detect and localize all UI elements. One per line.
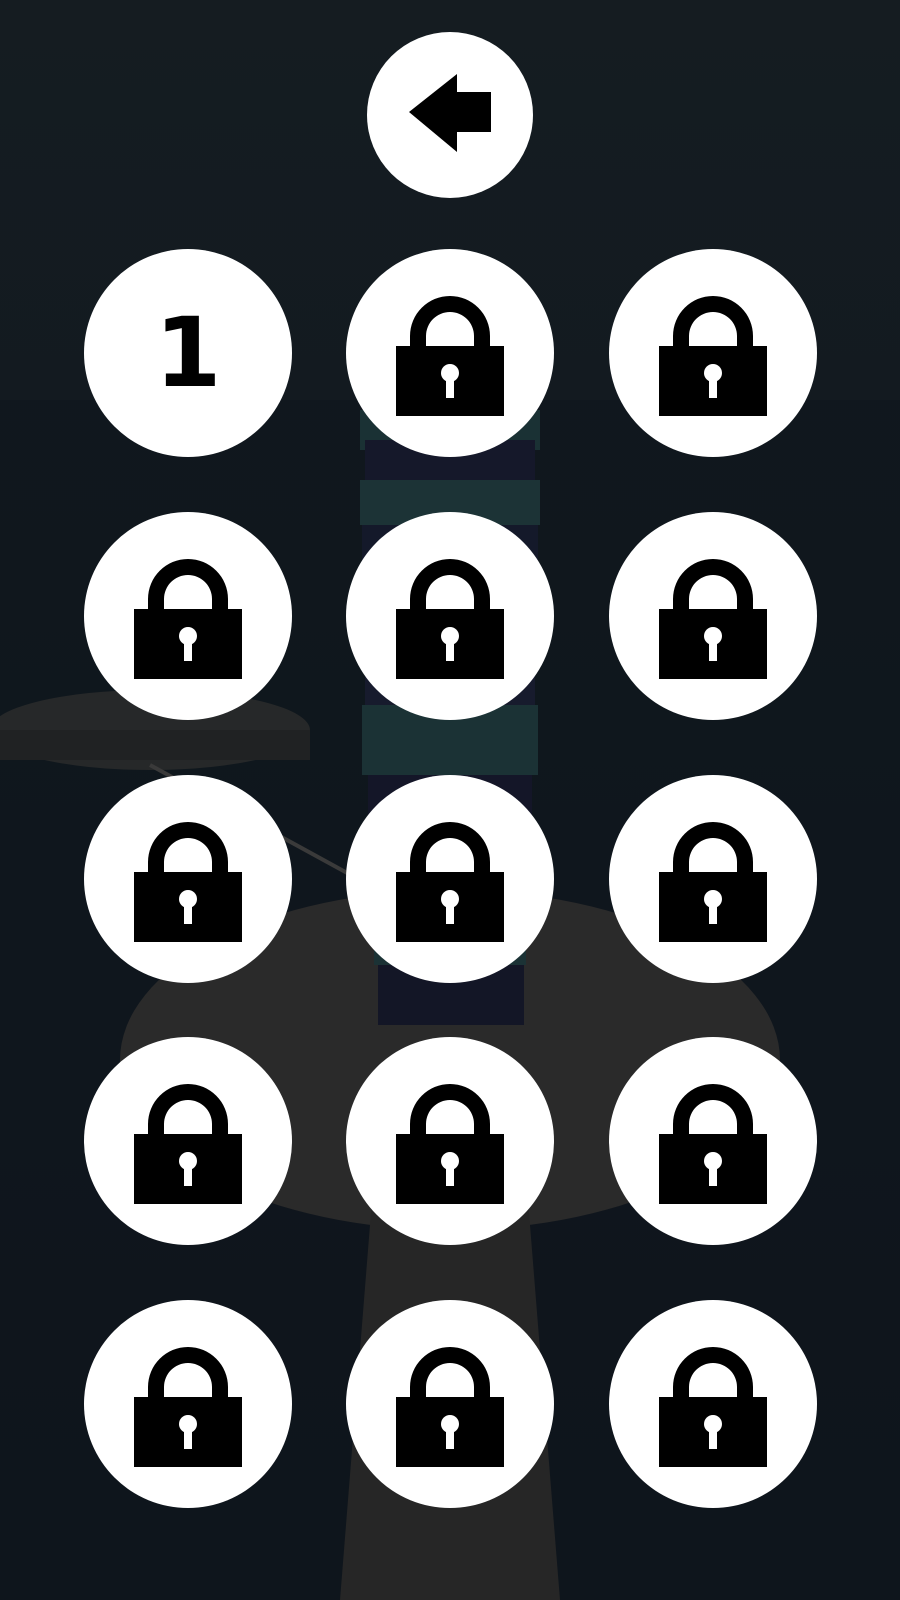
level-button-locked[interactable]	[346, 249, 554, 457]
arrow-left-icon	[405, 70, 495, 160]
level-button-locked[interactable]	[609, 512, 817, 720]
lock-icon	[659, 1078, 767, 1204]
level-button-locked[interactable]	[84, 1300, 292, 1508]
lock-icon	[659, 816, 767, 942]
lock-icon	[134, 816, 242, 942]
lock-icon	[134, 553, 242, 679]
lock-icon	[134, 1078, 242, 1204]
level-select-screen: 1	[0, 0, 900, 1600]
level-button-locked[interactable]	[84, 512, 292, 720]
lock-icon	[396, 553, 504, 679]
lock-icon	[134, 1341, 242, 1467]
lock-icon	[659, 290, 767, 416]
level-button-locked[interactable]	[346, 1300, 554, 1508]
lock-icon	[659, 553, 767, 679]
level-button-locked[interactable]	[346, 512, 554, 720]
level-button-locked[interactable]	[346, 775, 554, 983]
level-button[interactable]: 1	[84, 249, 292, 457]
lock-icon	[396, 816, 504, 942]
level-button-locked[interactable]	[609, 775, 817, 983]
lock-icon	[396, 1078, 504, 1204]
level-button-locked[interactable]	[609, 1037, 817, 1245]
level-button-locked[interactable]	[609, 249, 817, 457]
level-number: 1	[154, 297, 222, 409]
level-button-locked[interactable]	[346, 1037, 554, 1245]
level-button-locked[interactable]	[84, 1037, 292, 1245]
lock-icon	[659, 1341, 767, 1467]
level-button-locked[interactable]	[84, 775, 292, 983]
back-button[interactable]	[367, 32, 533, 198]
lock-icon	[396, 1341, 504, 1467]
lock-icon	[396, 290, 504, 416]
level-button-locked[interactable]	[609, 1300, 817, 1508]
